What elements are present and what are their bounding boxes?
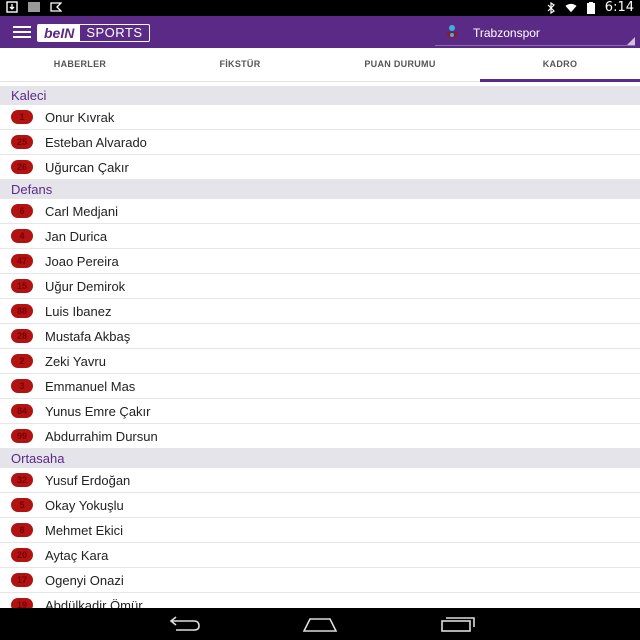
player-name: Zeki Yavru — [45, 353, 106, 369]
status-time: 6:14 — [604, 0, 634, 15]
player-row[interactable]: 1 Onur Kıvrak — [0, 105, 640, 130]
logo-sub: SPORTS — [86, 25, 143, 40]
player-number-badge: 99 — [11, 429, 33, 443]
player-number-badge: 5 — [11, 498, 33, 512]
player-number-badge: 4 — [11, 229, 33, 243]
player-row[interactable]: 17 Ogenyi Onazi — [0, 568, 640, 593]
player-row[interactable]: 15 Uğur Demirok — [0, 274, 640, 299]
status-bar: 6:14 — [0, 0, 640, 16]
battery-icon — [586, 1, 595, 14]
tab-fikstur[interactable]: FİKSTÜR — [160, 48, 320, 81]
player-name: Mustafa Akbaş — [45, 328, 131, 344]
player-name: Okay Yokuşlu — [45, 497, 124, 513]
player-name: Joao Pereira — [45, 253, 119, 269]
player-row[interactable]: 20 Aytaç Kara — [0, 543, 640, 568]
player-number-badge: 25 — [11, 135, 33, 149]
player-number-badge: 47 — [11, 254, 33, 268]
player-number-badge: 88 — [11, 304, 33, 318]
squad-list: Kaleci 1 Onur Kıvrak 25 Esteban Alvarado 26 Uğ… — [0, 86, 640, 618]
player-name: Jan Durica — [45, 228, 108, 244]
recent-apps-icon[interactable] — [440, 616, 476, 632]
status-left-icons — [6, 1, 62, 13]
dropdown-caret-icon — [627, 37, 635, 45]
barcode-icon — [28, 2, 40, 12]
player-row[interactable]: 84 Yunus Emre Çakır — [0, 399, 640, 424]
navigation-bar — [0, 608, 640, 640]
back-icon[interactable] — [166, 616, 202, 632]
media-icon — [50, 2, 62, 12]
player-row[interactable]: 99 Abdurrahim Dursun — [0, 424, 640, 449]
player-name: Uğur Demirok — [45, 278, 126, 294]
player-name: Abdurrahim Dursun — [45, 428, 158, 444]
player-number-badge: 3 — [11, 379, 33, 393]
player-name: Aytaç Kara — [45, 547, 109, 563]
tab-bar: HABERLER FİKSTÜR PUAN DURUMU KADRO — [0, 48, 640, 82]
player-number-badge: 17 — [11, 573, 33, 587]
download-icon — [6, 1, 18, 13]
player-row[interactable]: 32 Yusuf Erdoğan — [0, 468, 640, 493]
player-name: Onur Kıvrak — [45, 109, 115, 125]
team-name: Trabzonspor — [473, 26, 540, 40]
player-name: Luis Ibanez — [45, 303, 112, 319]
player-name: Esteban Alvarado — [45, 134, 147, 150]
player-number-badge: 6 — [11, 204, 33, 218]
player-name: Yusuf Erdoğan — [45, 472, 131, 488]
player-row[interactable]: 25 Esteban Alvarado — [0, 130, 640, 155]
tab-puan-durumu[interactable]: PUAN DURUMU — [320, 48, 480, 81]
player-row[interactable]: 8 Mehmet Ekici — [0, 518, 640, 543]
player-number-badge: 2 — [11, 354, 33, 368]
player-number-badge: 15 — [11, 279, 33, 293]
player-name: Mehmet Ekici — [45, 522, 124, 538]
player-name: Carl Medjani — [45, 203, 118, 219]
logo-main: beIN — [38, 25, 81, 41]
menu-icon[interactable] — [13, 26, 31, 38]
player-row[interactable]: 47 Joao Pereira — [0, 249, 640, 274]
bluetooth-off-icon — [547, 1, 555, 14]
player-name: Yunus Emre Çakır — [45, 403, 151, 419]
player-number-badge: 84 — [11, 404, 33, 418]
team-crest-icon — [447, 25, 457, 39]
player-row[interactable]: 26 Uğurcan Çakır — [0, 155, 640, 180]
player-name: Emmanuel Mas — [45, 378, 136, 394]
player-number-badge: 20 — [11, 548, 33, 562]
player-row[interactable]: 2 Zeki Yavru — [0, 349, 640, 374]
player-name: Uğurcan Çakır — [45, 159, 129, 175]
player-number-badge: 32 — [11, 473, 33, 487]
status-right-icons: 6:14 — [545, 0, 634, 15]
home-icon[interactable] — [302, 616, 338, 632]
team-selector[interactable]: Trabzonspor — [435, 20, 635, 46]
player-row[interactable]: 28 Mustafa Akbaş — [0, 324, 640, 349]
section-header: Kaleci — [0, 86, 640, 105]
player-row[interactable]: 5 Okay Yokuşlu — [0, 493, 640, 518]
player-row[interactable]: 6 Carl Medjani — [0, 199, 640, 224]
player-number-badge: 26 — [11, 160, 33, 174]
section-header: Ortasaha — [0, 449, 640, 468]
player-row[interactable]: 3 Emmanuel Mas — [0, 374, 640, 399]
player-name: Ogenyi Onazi — [45, 572, 124, 588]
section-header: Defans — [0, 180, 640, 199]
player-number-badge: 8 — [11, 523, 33, 537]
player-number-badge: 28 — [11, 329, 33, 343]
bein-sports-logo: beIN SPORTS — [37, 24, 150, 42]
tab-haberler[interactable]: HABERLER — [0, 48, 160, 81]
player-row[interactable]: 4 Jan Durica — [0, 224, 640, 249]
tab-kadro[interactable]: KADRO — [480, 48, 640, 82]
wifi-icon — [565, 3, 577, 12]
player-number-badge: 1 — [11, 110, 33, 124]
player-row[interactable]: 88 Luis Ibanez — [0, 299, 640, 324]
